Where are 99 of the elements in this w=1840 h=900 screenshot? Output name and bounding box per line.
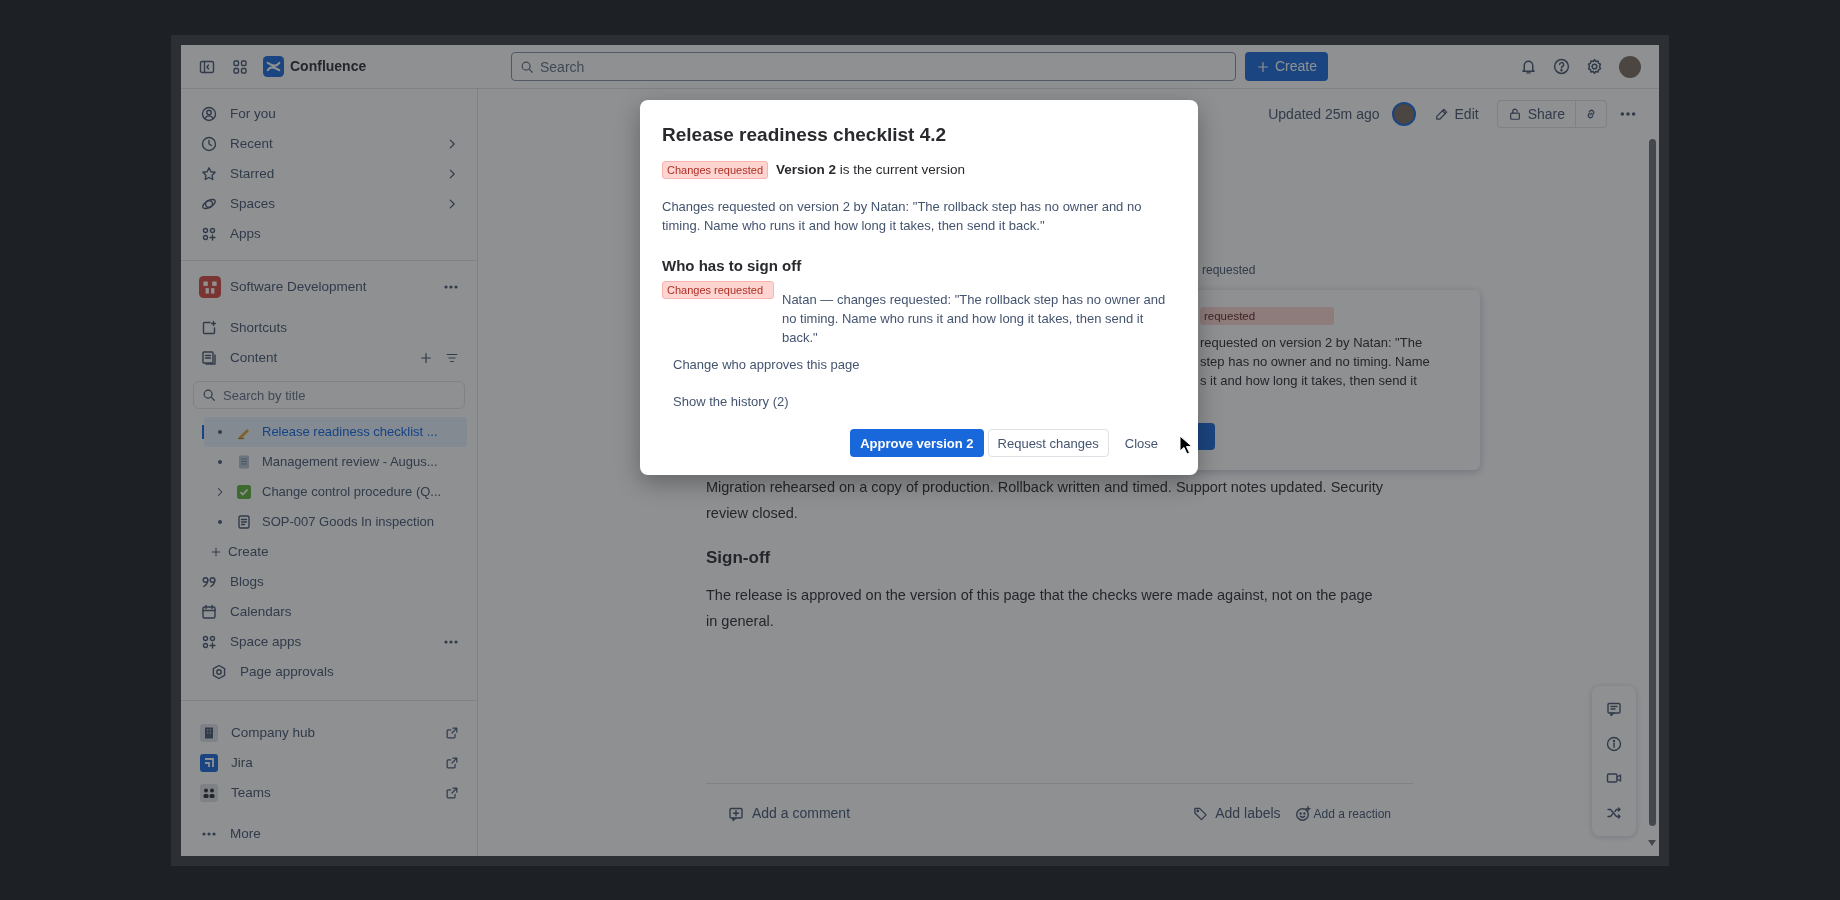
space-logo-icon [199,276,221,298]
create-button[interactable]: Create [1245,52,1328,81]
bullet-icon [218,430,222,434]
close-button[interactable]: Close [1112,429,1170,458]
status-text: requested [1202,262,1257,279]
clock-icon [201,136,217,152]
sidebar-item[interactable]: For you [191,99,467,129]
updated-time: Updated 25m ago [1268,104,1380,124]
plus-icon[interactable] [419,351,433,365]
info-icon[interactable] [1606,735,1622,752]
settings-icon[interactable] [1586,58,1603,75]
comment-icon[interactable] [1606,701,1622,718]
dialog-link[interactable]: Show the history (2) [673,392,789,412]
sidebar-item[interactable]: Recent [191,129,467,159]
apps-icon [201,634,217,650]
dialog-title: Release readiness checklist 4.2 [662,123,948,147]
sidebar-item[interactable]: Spaces [191,189,467,219]
page-icon [236,514,252,530]
notifications-icon[interactable] [1520,58,1537,75]
status-badge: Changes requested [662,281,774,300]
add-reaction-button[interactable]: Add a reaction [1294,804,1391,823]
filter-icon[interactable] [445,351,459,365]
external-link-icon [445,756,459,770]
check-box-icon [236,484,252,500]
body-paragraph: Migration rehearsed on a copy of production. Rollback written and timed. Support notes updated. Security review closed. [706,478,1385,523]
quote-icon [201,574,217,590]
scroll-down-icon[interactable] [1648,840,1656,846]
logo-icon[interactable] [263,56,284,77]
jira-logo-icon [200,754,218,772]
hexagon-icon [211,664,227,680]
calendar-icon [201,604,217,620]
plus-icon [210,546,222,558]
approver-comment: Natan — changes requested: "The rollback step has no owner and no timing. Name who runs it and how long it takes, then send it back." [782,291,1167,348]
version-text: Version 2 is the current version [776,161,966,179]
document-icon [236,454,252,470]
section-heading: Sign-off [706,547,772,569]
sidebar-item[interactable]: Apps [191,219,467,249]
request-message: Changes requested on version 2 by Natan: "The rollback step has no owner and no timing. Name who runs it and how long it takes, then send it back." [662,198,1143,236]
sidebar-item[interactable]: Blogs [191,567,467,597]
avatar[interactable] [1391,102,1416,126]
scrollbar[interactable] [1649,139,1656,826]
smile-icon [1294,805,1311,822]
sidebar-toggle-icon[interactable] [199,58,215,75]
search-field[interactable]: Search [511,52,1236,81]
shortcut-icon [201,320,217,336]
external-link-icon [445,726,459,740]
sidebar-item[interactable]: Jira [191,748,467,778]
page-tree-item[interactable]: Release readiness checklist ... [204,417,467,447]
star-icon [201,166,217,182]
status-badge: Changes requested [662,161,768,180]
page-tree-item[interactable]: Management review - Augus... [204,447,467,477]
add-comment-button[interactable]: Add a comment [728,803,851,824]
search-icon [202,388,216,402]
sidebar-item[interactable]: Page approvals [191,657,467,687]
planet-icon [201,196,217,212]
lock-icon [1507,107,1522,121]
comment-add-icon [728,805,744,822]
people-icon [200,784,218,802]
sidebar-item[interactable]: Starred [191,159,467,189]
card-text-line: step has no owner and no timing. Name [1200,353,1431,371]
user-icon [201,106,217,122]
dialog-link[interactable]: Change who approves this page [673,355,860,375]
card-text-line: requested on version 2 by Natan: "The [1200,334,1424,352]
section-heading: Who has to sign off [662,256,803,277]
cursor-icon [1179,435,1193,455]
sidebar-item[interactable]: Shortcuts [191,313,467,343]
bullet-icon [218,460,222,464]
request-changes-button[interactable]: Request changes [987,429,1109,458]
help-icon[interactable] [1553,58,1570,75]
create-item[interactable]: Create [204,537,467,567]
sidebar-item[interactable]: More [191,819,467,849]
plus-icon [1256,59,1270,74]
space-item[interactable]: Software Development [191,272,467,302]
add-labels-button[interactable]: Add labels [1193,803,1281,824]
pencil-icon [1433,106,1449,122]
sidebar-item[interactable]: Company hub [191,718,467,748]
app-switcher-icon[interactable] [232,58,248,75]
card-text-line: s it and how long it takes, then send it [1200,372,1418,390]
sidebar-item[interactable]: Content [191,343,467,373]
body-paragraph: The release is approved on the version of this page that the checks were made against, not on the page in general. [706,586,1374,631]
approve-button[interactable]: Approve version 2 [850,429,984,458]
shuffle-icon[interactable] [1606,804,1622,821]
apps-icon [201,226,217,242]
building-icon [200,724,218,742]
sidebar-item[interactable]: Calendars [191,597,467,627]
tag-icon [1193,806,1209,821]
avatar[interactable] [1619,55,1641,78]
status-badge: requested [1200,307,1334,325]
content-icon [201,350,217,366]
title-search-field[interactable]: Search by title [193,381,465,409]
bullet-icon [218,520,222,524]
sidebar-item[interactable]: Teams [191,778,467,808]
external-link-icon [445,786,459,800]
page-tree-item[interactable]: SOP-007 Goods In inspection [204,507,467,537]
product-name[interactable]: Confluence [290,56,367,77]
search-icon [520,60,534,74]
edit-button[interactable]: Edit [1427,100,1485,128]
page-tree-item[interactable]: Change control procedure (Q... [204,477,467,507]
sidebar-item[interactable]: Space apps [191,627,467,657]
